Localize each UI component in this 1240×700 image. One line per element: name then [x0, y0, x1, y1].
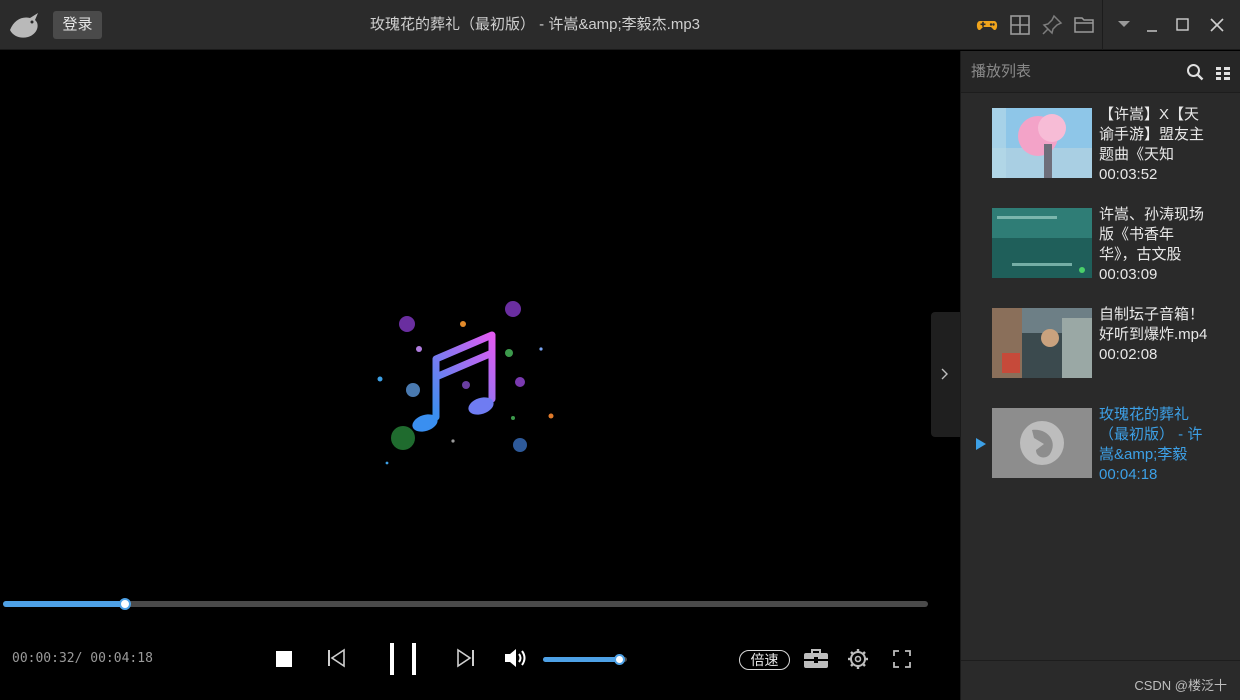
pause-icon[interactable]: [386, 642, 420, 676]
volume-slider[interactable]: [543, 654, 627, 665]
watermark-text: CSDN @楼泛十: [1134, 678, 1227, 693]
chevron-right-icon: [941, 368, 948, 380]
total-time: 00:04:18: [90, 651, 153, 666]
window-title: 玫瑰花的葬礼（最初版） - 许嵩&amp;李毅杰.mp3: [369, 16, 701, 33]
playlist-title: 播放列表: [971, 63, 1032, 80]
maximize-icon[interactable]: [1172, 14, 1194, 36]
music-note-icon: [377, 301, 554, 465]
gamepad-icon[interactable]: [976, 14, 998, 36]
time-display: 00:00:32/ 00:04:18: [12, 651, 153, 666]
playlist-item-text: 玫瑰花的葬礼（最初版） - 许嵩&amp;李毅 00:04:18: [1099, 405, 1209, 485]
fullscreen-icon[interactable]: [892, 649, 912, 669]
seek-handle[interactable]: [119, 598, 132, 610]
video-thumbnail: [992, 208, 1092, 278]
volume-icon[interactable]: [503, 646, 529, 670]
previous-icon[interactable]: [326, 648, 346, 668]
titlebar-separator: [1102, 0, 1103, 50]
video-thumbnail: [992, 108, 1092, 178]
title-bar: 登录 玫瑰花的葬礼（最初版） - 许嵩&amp;李毅杰.mp3: [0, 0, 1240, 50]
playlist-item[interactable]: 许嵩、孙涛现场版《书香年华》，古文股 00:03:09: [961, 201, 1240, 301]
seek-track: [3, 601, 928, 607]
speed-button[interactable]: 倍速: [739, 650, 790, 670]
playlist-footer: CSDN @楼泛十: [961, 660, 1240, 700]
time-separator: /: [74, 651, 91, 666]
pin-icon[interactable]: [1041, 14, 1063, 36]
folder-icon[interactable]: [1073, 14, 1095, 36]
toolbox-icon[interactable]: [803, 648, 829, 670]
app-logo-icon: [10, 13, 38, 38]
next-icon[interactable]: [456, 648, 476, 668]
close-icon[interactable]: [1206, 14, 1228, 36]
audio-placeholder-thumbnail: [992, 408, 1092, 478]
playlist-item-duration: 00:04:18: [1099, 466, 1158, 483]
playlist-item-duration: 00:03:52: [1099, 166, 1158, 183]
control-bar: 00:00:32/ 00:04:18 倍速: [0, 620, 960, 700]
playlist-collapse-handle[interactable]: [931, 312, 960, 437]
list-view-icon[interactable]: [1215, 65, 1231, 81]
login-button[interactable]: 登录: [53, 11, 102, 39]
dropdown-icon[interactable]: [1113, 14, 1135, 36]
playlist-item-duration: 00:02:08: [1099, 346, 1158, 363]
playlist-item-title: 【许嵩】X【天谕手游】盟友主题曲《天知: [1099, 106, 1205, 163]
stop-icon[interactable]: [275, 650, 293, 668]
volume-fill: [543, 657, 621, 662]
grid-icon[interactable]: [1009, 14, 1031, 36]
video-thumbnail: [992, 308, 1092, 378]
minimize-icon[interactable]: [1141, 14, 1163, 36]
playlist-item-text: 自制坛子音箱！好听到爆炸.mp4 00:02:08: [1099, 305, 1209, 365]
playlist-item-text: 【许嵩】X【天谕手游】盟友主题曲《天知 00:03:52: [1099, 105, 1209, 185]
playlist-item-title: 玫瑰花的葬礼（最初版） - 许嵩&amp;李毅: [1099, 406, 1203, 463]
playlist-item[interactable]: 自制坛子音箱！好听到爆炸.mp4 00:02:08: [961, 301, 1240, 401]
now-playing-icon: [976, 438, 986, 450]
seek-bar[interactable]: [3, 598, 928, 610]
volume-handle[interactable]: [614, 654, 626, 665]
playlist-item-title: 自制坛子音箱！好听到爆炸.mp4: [1099, 306, 1208, 343]
playlist-item-text: 许嵩、孙涛现场版《书香年华》，古文股 00:03:09: [1099, 205, 1209, 285]
seek-fill: [3, 601, 126, 607]
search-icon[interactable]: [1186, 63, 1204, 81]
playlist-item-duration: 00:03:09: [1099, 266, 1158, 283]
playlist-items: 【许嵩】X【天谕手游】盟友主题曲《天知 00:03:52 许嵩、孙涛现场版《书香…: [961, 101, 1240, 501]
playlist-item-title: 许嵩、孙涛现场版《书香年华》，古文股: [1099, 206, 1205, 263]
playlist-item-active[interactable]: 玫瑰花的葬礼（最初版） - 许嵩&amp;李毅 00:04:18: [961, 401, 1240, 501]
playlist-item[interactable]: 【许嵩】X【天谕手游】盟友主题曲《天知 00:03:52: [961, 101, 1240, 201]
settings-gear-icon[interactable]: [846, 647, 870, 671]
playlist-header: 播放列表: [961, 51, 1240, 93]
playlist-panel: 播放列表 【许嵩】X【天谕手游】盟友主题曲《天知 00:03:52 许嵩、孙涛现…: [960, 51, 1240, 700]
video-area[interactable]: [0, 51, 960, 581]
current-time: 00:00:32: [12, 651, 75, 666]
